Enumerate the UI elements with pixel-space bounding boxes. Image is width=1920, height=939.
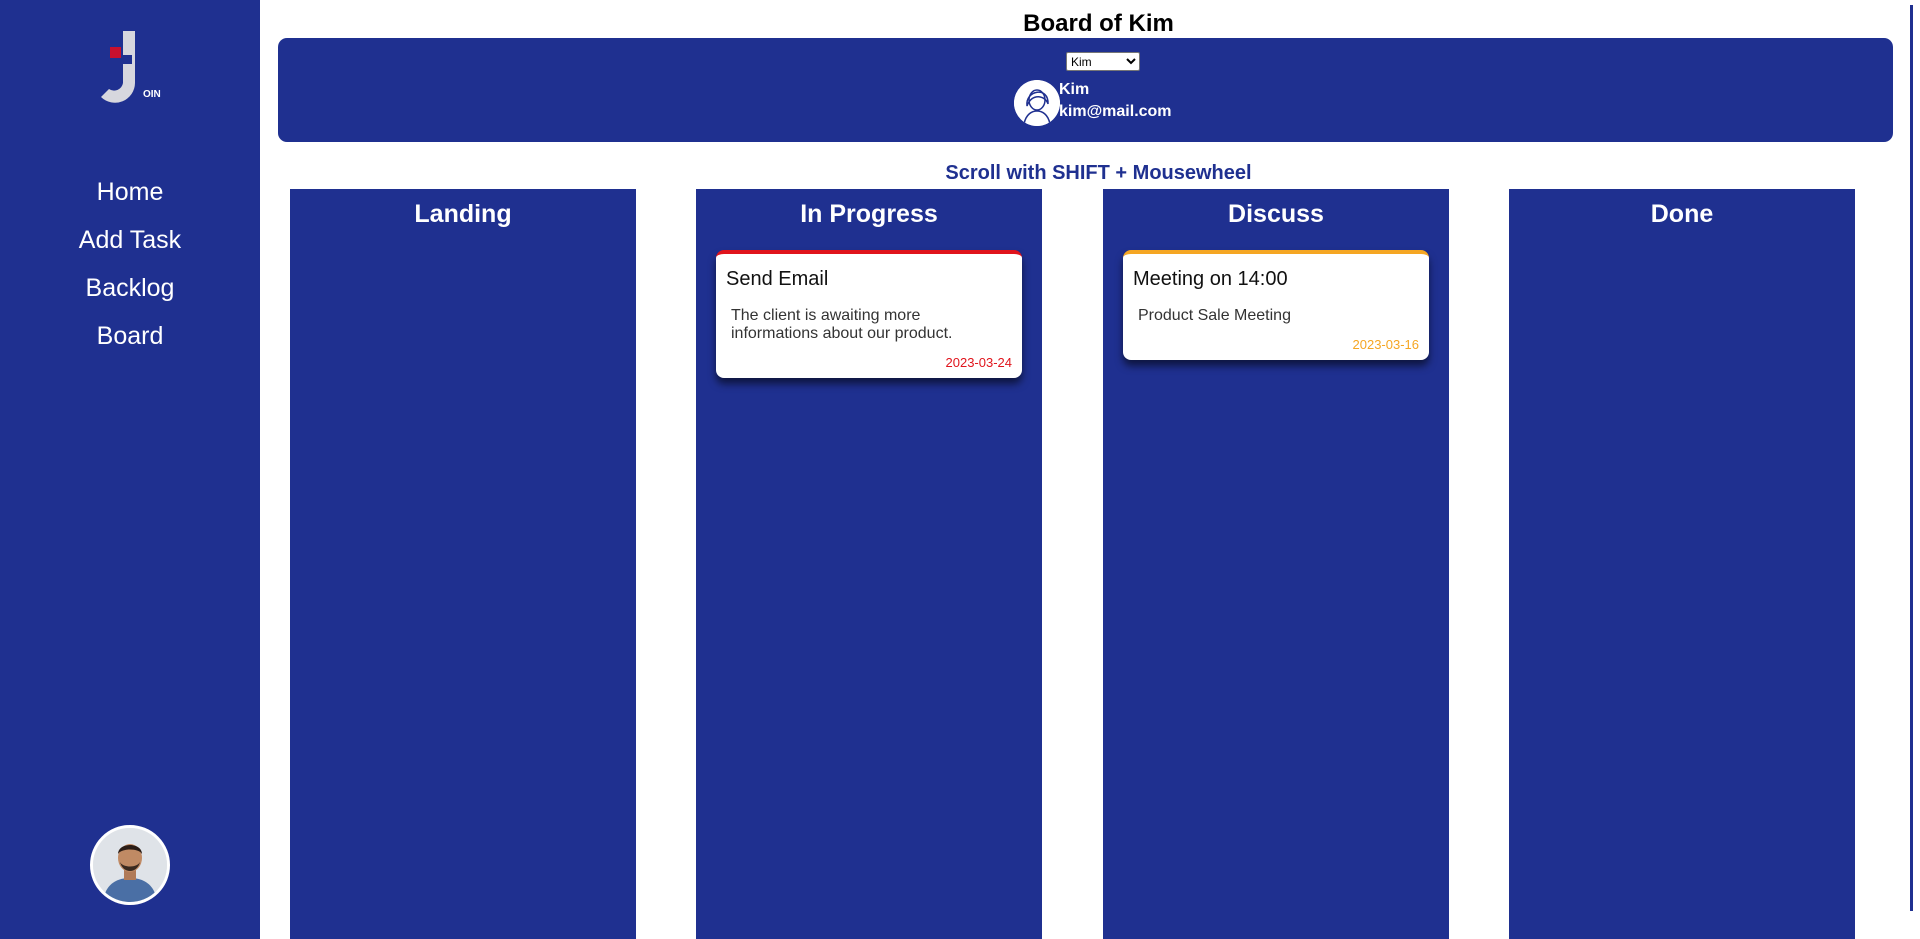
column-done[interactable]: Done — [1509, 189, 1855, 939]
user-name: Kim — [1059, 81, 1090, 98]
scroll-hint: Scroll with SHIFT + Mousewheel — [945, 162, 1252, 184]
nav-home[interactable]: Home — [0, 178, 260, 226]
main-content: Board of Kim Kim Kim kim@mail.com Scroll… — [260, 0, 1900, 939]
user-header: Kim Kim kim@mail.com — [278, 38, 1893, 142]
nav-backlog[interactable]: Backlog — [0, 274, 260, 322]
task-card[interactable]: Send Email The client is awaiting more i… — [716, 250, 1022, 378]
nav-board[interactable]: Board — [0, 322, 260, 370]
column-discuss[interactable]: Discuss Meeting on 14:00 Product Sale Me… — [1103, 189, 1449, 939]
column-in-progress[interactable]: In Progress Send Email The client is awa… — [696, 189, 1042, 939]
task-card[interactable]: Meeting on 14:00 Product Sale Meeting 20… — [1123, 250, 1429, 360]
card-date: 2023-03-16 — [1352, 337, 1420, 352]
card-date: 2023-03-24 — [945, 355, 1013, 370]
join-logo[interactable]: OIN — [95, 27, 170, 107]
board-title: Board of Kim — [1023, 10, 1174, 37]
column-title: Done — [1650, 200, 1714, 228]
user-email: kim@mail.com — [1059, 103, 1172, 120]
column-landing[interactable]: Landing — [290, 189, 636, 939]
logo-text: OIN — [143, 89, 161, 100]
column-title: Discuss — [1228, 200, 1324, 228]
column-title: In Progress — [800, 200, 938, 228]
card-description: The client is awaiting more informations… — [731, 307, 953, 342]
current-user-avatar[interactable] — [90, 825, 170, 905]
card-title: Send Email — [726, 268, 829, 290]
card-description: Product Sale Meeting — [1138, 307, 1291, 324]
sidebar: OIN Home Add Task Backlog Board — [0, 0, 260, 939]
nav-add-task[interactable]: Add Task — [0, 226, 260, 274]
column-title: Landing — [414, 200, 512, 228]
user-select[interactable]: Kim — [1066, 52, 1140, 71]
sidebar-nav: Home Add Task Backlog Board — [0, 178, 260, 370]
card-title: Meeting on 14:00 — [1133, 268, 1288, 290]
user-avatar — [1014, 80, 1060, 126]
vertical-scrollbar[interactable] — [1910, 5, 1913, 911]
